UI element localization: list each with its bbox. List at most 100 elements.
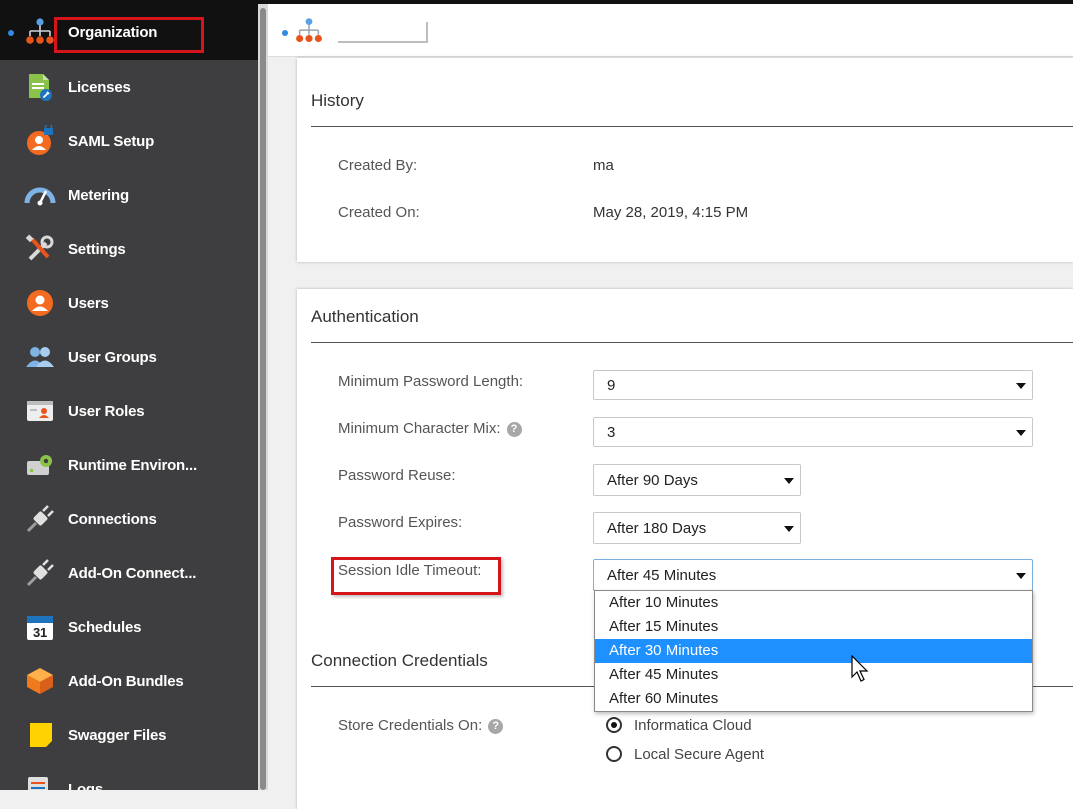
radio-button[interactable] — [606, 746, 622, 762]
radio-informatica-cloud[interactable]: Informatica Cloud — [606, 714, 752, 736]
calendar-day-number: 31 — [33, 625, 47, 640]
sidebar-item-logs[interactable]: Logs — [0, 762, 258, 790]
authentication-divider — [311, 342, 1073, 343]
radio-label: Local Secure Agent — [634, 745, 765, 763]
radio-button-checked[interactable] — [606, 717, 622, 733]
sidebar-item-label: Schedules — [68, 618, 142, 636]
connection-credentials-title: Connection Credentials — [311, 651, 488, 670]
sidebar-item-swagger-files[interactable]: Swagger Files — [0, 708, 258, 762]
sidebar-item-organization[interactable]: Organization — [0, 4, 258, 60]
sidebar-item-settings[interactable]: Settings — [0, 222, 258, 276]
organization-header — [268, 4, 1073, 57]
sidebar-item-label: User Roles — [68, 402, 145, 420]
option-after-45-minutes[interactable]: After 45 Minutes — [595, 663, 1032, 687]
select-value: After 45 Minutes — [607, 567, 717, 584]
user-icon — [27, 290, 53, 316]
min-password-length-label: Minimum Password Length: — [338, 373, 524, 390]
radio-local-secure-agent[interactable]: Local Secure Agent — [606, 743, 764, 765]
sidebar-item-label: Logs — [68, 780, 104, 791]
authentication-card: Authentication Minimum Password Length: … — [297, 289, 1073, 809]
runtime-gear-icon — [27, 455, 52, 475]
license-icon — [29, 74, 52, 101]
sidebar-item-runtime-environments[interactable]: Runtime Environ... — [0, 438, 258, 492]
chevron-down-icon — [1016, 383, 1026, 389]
logs-icon — [28, 777, 48, 790]
wrench-screwdriver-icon — [25, 234, 54, 261]
chevron-down-icon — [1016, 430, 1026, 436]
org-chart-icon — [26, 18, 54, 44]
help-icon[interactable]: ? — [488, 719, 504, 734]
organization-name-field[interactable] — [338, 22, 428, 43]
radio-label: Informatica Cloud — [634, 716, 752, 734]
sidebar-scrollbar-thumb[interactable] — [260, 8, 266, 790]
help-icon[interactable]: ? — [506, 422, 522, 437]
sidebar-item-label: Add-On Connect... — [68, 564, 197, 582]
sidebar-item-schedules[interactable]: 31 Schedules — [0, 600, 258, 654]
select-value: After 90 Days — [607, 472, 698, 489]
password-reuse-label: Password Reuse: — [338, 467, 456, 484]
sidebar-item-label: Swagger Files — [68, 726, 167, 744]
created-on-label: Created On: — [338, 204, 420, 221]
chevron-down-icon — [784, 478, 794, 484]
session-idle-timeout-select[interactable]: After 45 Minutes — [593, 559, 1033, 591]
calendar-icon: 31 — [27, 616, 53, 640]
chevron-down-icon — [1016, 573, 1026, 579]
created-on-value: May 28, 2019, 4:15 PM — [593, 204, 749, 221]
select-value: 3 — [607, 424, 616, 441]
history-card: History Created By: ma Created On: May 2… — [297, 58, 1073, 262]
sidebar-scrollbar[interactable] — [258, 4, 268, 790]
sidebar-item-label: User Groups — [68, 348, 157, 366]
sidebar-item-user-roles[interactable]: User Roles — [0, 384, 258, 438]
store-credentials-label: Store Credentials On:? — [338, 717, 504, 734]
organization-highlight-box — [54, 17, 204, 53]
store-credentials-text: Store Credentials On: — [338, 717, 483, 734]
session-idle-timeout-highlight-box — [331, 557, 501, 595]
sidebar-item-label: Licenses — [68, 78, 131, 96]
swagger-file-icon — [30, 723, 52, 747]
option-after-30-minutes[interactable]: After 30 Minutes — [595, 639, 1032, 663]
password-expires-select[interactable]: After 180 Days — [593, 512, 801, 544]
addon-plug-icon — [26, 559, 54, 587]
sidebar-item-licenses[interactable]: Licenses — [0, 60, 258, 114]
authentication-title: Authentication — [311, 307, 419, 326]
min-character-mix-label: Minimum Character Mix:? — [338, 420, 522, 437]
min-password-length-select[interactable]: 9 — [593, 370, 1033, 400]
active-indicator-dot — [8, 30, 14, 36]
sidebar-item-label: Add-On Bundles — [68, 672, 184, 690]
select-value: After 180 Days — [607, 520, 707, 537]
sidebar: Organization Licenses SAML Setup Meterin… — [0, 4, 258, 790]
history-title: History — [311, 91, 364, 110]
mouse-pointer-icon — [851, 655, 869, 682]
sidebar-item-label: Runtime Environ... — [68, 456, 197, 474]
header-indicator-dot — [282, 30, 288, 36]
sidebar-item-metering[interactable]: Metering — [0, 168, 258, 222]
sidebar-item-user-groups[interactable]: User Groups — [0, 330, 258, 384]
user-role-icon — [27, 401, 53, 421]
option-after-60-minutes[interactable]: After 60 Minutes — [595, 687, 1032, 711]
top-border — [0, 0, 1073, 4]
sidebar-item-label: Connections — [68, 510, 157, 528]
sidebar-item-label: Users — [68, 294, 109, 312]
sidebar-item-label: Settings — [68, 240, 126, 258]
sidebar-item-addon-bundles[interactable]: Add-On Bundles — [0, 654, 258, 708]
sidebar-item-label: SAML Setup — [68, 132, 155, 150]
sidebar-item-connections[interactable]: Connections — [0, 492, 258, 546]
history-divider — [311, 126, 1073, 127]
password-expires-label: Password Expires: — [338, 514, 463, 531]
bundle-box-icon — [27, 668, 53, 694]
min-character-mix-select[interactable]: 3 — [593, 417, 1033, 447]
option-after-10-minutes[interactable]: After 10 Minutes — [595, 591, 1032, 615]
sidebar-item-label: Metering — [68, 186, 129, 204]
org-chart-icon — [296, 18, 322, 43]
sidebar-item-users[interactable]: Users — [0, 276, 258, 330]
option-after-15-minutes[interactable]: After 15 Minutes — [595, 615, 1032, 639]
select-value: 9 — [607, 377, 616, 394]
created-by-label: Created By: — [338, 157, 418, 174]
session-idle-timeout-options-list: After 10 Minutes After 15 Minutes After … — [594, 590, 1033, 712]
chevron-down-icon — [784, 526, 794, 532]
created-by-value: ma — [593, 157, 614, 174]
saml-lock-icon — [27, 125, 53, 155]
password-reuse-select[interactable]: After 90 Days — [593, 464, 801, 496]
sidebar-item-addon-connectors[interactable]: Add-On Connect... — [0, 546, 258, 600]
sidebar-item-saml-setup[interactable]: SAML Setup — [0, 114, 258, 168]
